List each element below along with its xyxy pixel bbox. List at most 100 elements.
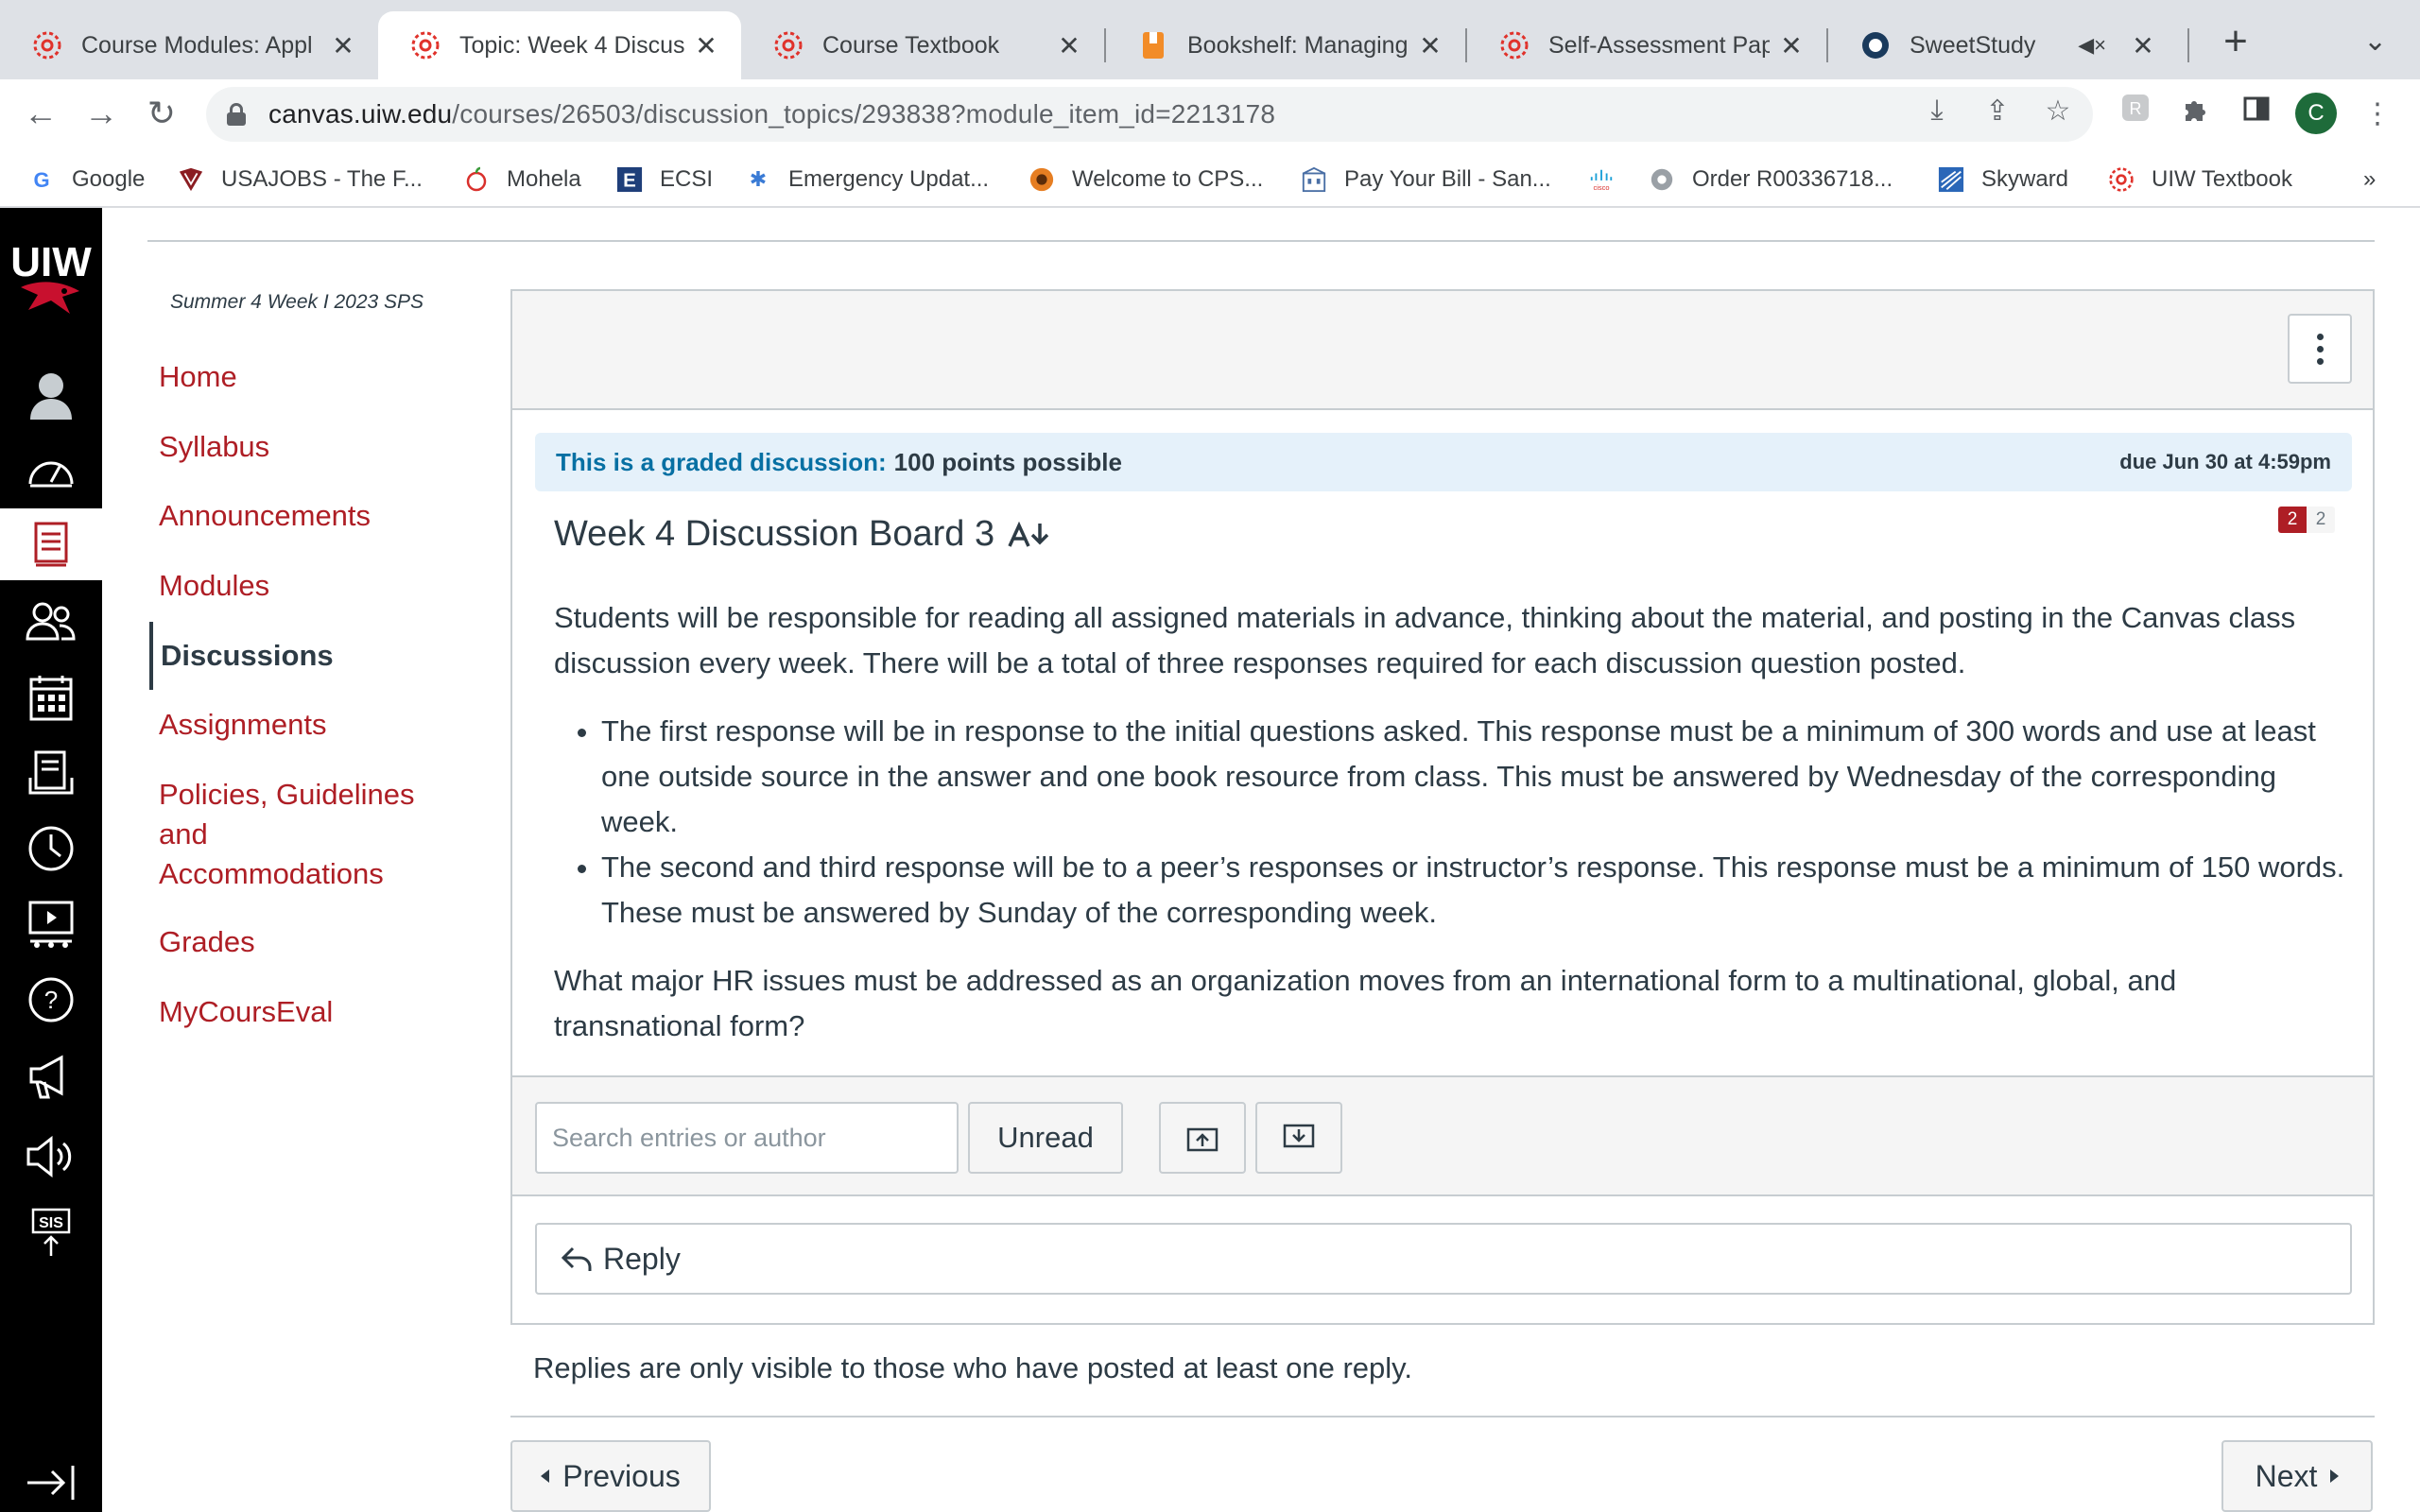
immersive-reader-icon[interactable]	[1008, 520, 1049, 550]
collapse-replies-icon[interactable]	[1159, 1102, 1246, 1174]
groups-icon[interactable]	[0, 586, 102, 658]
account-icon[interactable]	[0, 359, 102, 431]
bookmark-paybill[interactable]: Pay Your Bill - San...	[1301, 161, 1551, 198]
bookmark-order[interactable]: Order R00336718...	[1649, 161, 1893, 198]
unread-filter-button[interactable]: Unread	[968, 1102, 1123, 1174]
canvas-icon	[2108, 166, 2135, 193]
url-path: /courses/26503/discussion_topics/293838?…	[452, 99, 1276, 129]
bookmark-skyward[interactable]: Skyward	[1938, 161, 2068, 198]
google-icon: G	[28, 166, 55, 193]
address-bar[interactable]: canvas.uiw.edu/courses/26503/discussion_…	[206, 87, 2093, 142]
calendar-icon[interactable]	[0, 662, 102, 733]
profile-avatar[interactable]: C	[2295, 93, 2337, 134]
inbox-icon[interactable]	[0, 737, 102, 809]
close-icon[interactable]: ✕	[1416, 30, 1444, 61]
help-icon[interactable]: ?	[0, 964, 102, 1036]
course-nav-announcements[interactable]: Announcements	[149, 496, 433, 536]
back-icon[interactable]: ←	[19, 93, 62, 136]
history-icon[interactable]	[0, 813, 102, 885]
announcements-icon[interactable]	[0, 1040, 102, 1111]
chevron-down-icon[interactable]: ⌄	[2363, 25, 2387, 58]
side-panel-icon[interactable]	[2235, 93, 2278, 136]
course-nav-mycourseval[interactable]: MyCoursEval	[149, 992, 433, 1032]
reload-icon[interactable]: ↻	[140, 93, 183, 136]
bookmark-ecsi[interactable]: E ECSI	[616, 161, 713, 198]
reply-button[interactable]: Reply	[535, 1223, 2352, 1295]
browser-tab[interactable]: Course Modules: Appl ✕	[0, 11, 378, 79]
course-nav-policies[interactable]: Policies, Guidelines and Accommodations	[149, 775, 424, 894]
svg-text:R: R	[2130, 99, 2142, 118]
audio-icon[interactable]	[0, 1121, 102, 1193]
tab-title: SweetStudy	[1910, 31, 2036, 59]
total-count-badge: 2	[2307, 507, 2335, 533]
close-icon[interactable]: ✕	[2129, 30, 2157, 61]
search-input[interactable]	[535, 1102, 959, 1174]
close-icon[interactable]: ✕	[692, 30, 720, 61]
bookmark-google[interactable]: G Google	[28, 161, 145, 198]
course-nav-assignments[interactable]: Assignments	[149, 705, 433, 745]
course-nav-modules[interactable]: Modules	[149, 566, 433, 606]
commons-icon[interactable]	[0, 888, 102, 960]
browser-tab[interactable]: Bookshelf: Managing H ✕	[1106, 11, 1465, 79]
sis-label: SIS	[39, 1215, 63, 1231]
course-nav-syllabus[interactable]: Syllabus	[149, 427, 433, 467]
globe-icon	[1649, 166, 1675, 193]
bookmark-cisco[interactable]: cisco	[1588, 161, 1632, 198]
sis-icon[interactable]: SIS	[0, 1196, 102, 1268]
discussion-intro: Students will be responsible for reading…	[554, 601, 2296, 679]
lock-icon[interactable]	[227, 103, 246, 126]
canvas-icon	[1499, 30, 1530, 60]
course-nav-discussions[interactable]: Discussions	[149, 622, 433, 690]
install-icon[interactable]: ⤓	[1921, 94, 1953, 128]
bookmark-uiw-textbook[interactable]: UIW Textbook	[2108, 161, 2292, 198]
uiw-logo[interactable]: UIW	[0, 234, 102, 329]
browser-tab[interactable]: SweetStudy ◀× ✕	[1828, 11, 2178, 79]
replies-visibility-note: Replies are only visible to those who ha…	[533, 1351, 1412, 1384]
list-item: The first response will be in response t…	[601, 709, 2350, 845]
course-nav-grades[interactable]: Grades	[149, 922, 433, 962]
bookmarks-bar: G Google USAJOBS - The F... Mohela E ECS…	[0, 149, 2420, 208]
tab-title: Bookshelf: Managing H	[1187, 31, 1409, 59]
bookmarks-overflow[interactable]: »	[2363, 161, 2376, 198]
close-icon[interactable]: ✕	[1777, 30, 1806, 61]
extension-icon[interactable]: R	[2114, 93, 2157, 136]
canvas-icon	[410, 30, 441, 60]
bookmark-mohela[interactable]: Mohela	[463, 161, 581, 198]
browser-tab-active[interactable]: Topic: Week 4 Discuss ✕	[378, 11, 741, 79]
tab-title: Self-Assessment Pape	[1548, 31, 1770, 59]
puzzle-icon[interactable]	[2174, 93, 2218, 136]
dashboard-icon[interactable]	[0, 433, 102, 505]
muted-speaker-icon[interactable]: ◀×	[2078, 33, 2106, 58]
bookmark-label: Skyward	[1981, 166, 2069, 192]
forward-icon[interactable]: →	[79, 93, 123, 136]
expand-replies-icon[interactable]	[1255, 1102, 1342, 1174]
bookshelf-icon	[1138, 30, 1168, 60]
bookmark-usajobs[interactable]: USAJOBS - The F...	[178, 161, 423, 198]
new-tab-icon[interactable]: +	[2212, 19, 2259, 66]
close-icon[interactable]: ✕	[1055, 30, 1083, 61]
skyward-icon	[1938, 166, 1964, 193]
courses-icon[interactable]	[0, 508, 102, 580]
tab-title: Course Textbook	[822, 31, 1000, 59]
more-options-icon[interactable]	[2288, 314, 2352, 384]
share-icon[interactable]: ⇪	[1981, 94, 2014, 128]
discussion-toolbar: Unread	[512, 1075, 2373, 1196]
bookmark-star-icon[interactable]: ☆	[2042, 94, 2074, 128]
footer-divider	[510, 1416, 2375, 1418]
previous-button[interactable]: Previous	[510, 1440, 711, 1512]
menu-kebab-icon[interactable]: ⋮	[2356, 93, 2399, 136]
next-label: Next	[2255, 1458, 2318, 1493]
apple-icon	[463, 166, 490, 193]
collapse-icon[interactable]	[0, 1461, 102, 1504]
course-nav-home[interactable]: Home	[149, 357, 433, 397]
browser-tab[interactable]: Course Textbook ✕	[741, 11, 1104, 79]
bookmark-cps[interactable]: Welcome to CPS...	[1028, 161, 1263, 198]
logo-text: UIW	[10, 239, 92, 285]
close-icon[interactable]: ✕	[329, 30, 357, 61]
bookmark-label: Welcome to CPS...	[1072, 166, 1264, 192]
next-button[interactable]: Next	[2221, 1440, 2373, 1512]
browser-tab[interactable]: Self-Assessment Pape ✕	[1467, 11, 1826, 79]
bookmark-emergency[interactable]: ✱ Emergency Updat...	[745, 161, 989, 198]
sweetstudy-icon	[1860, 30, 1891, 60]
reply-label: Reply	[603, 1241, 681, 1276]
